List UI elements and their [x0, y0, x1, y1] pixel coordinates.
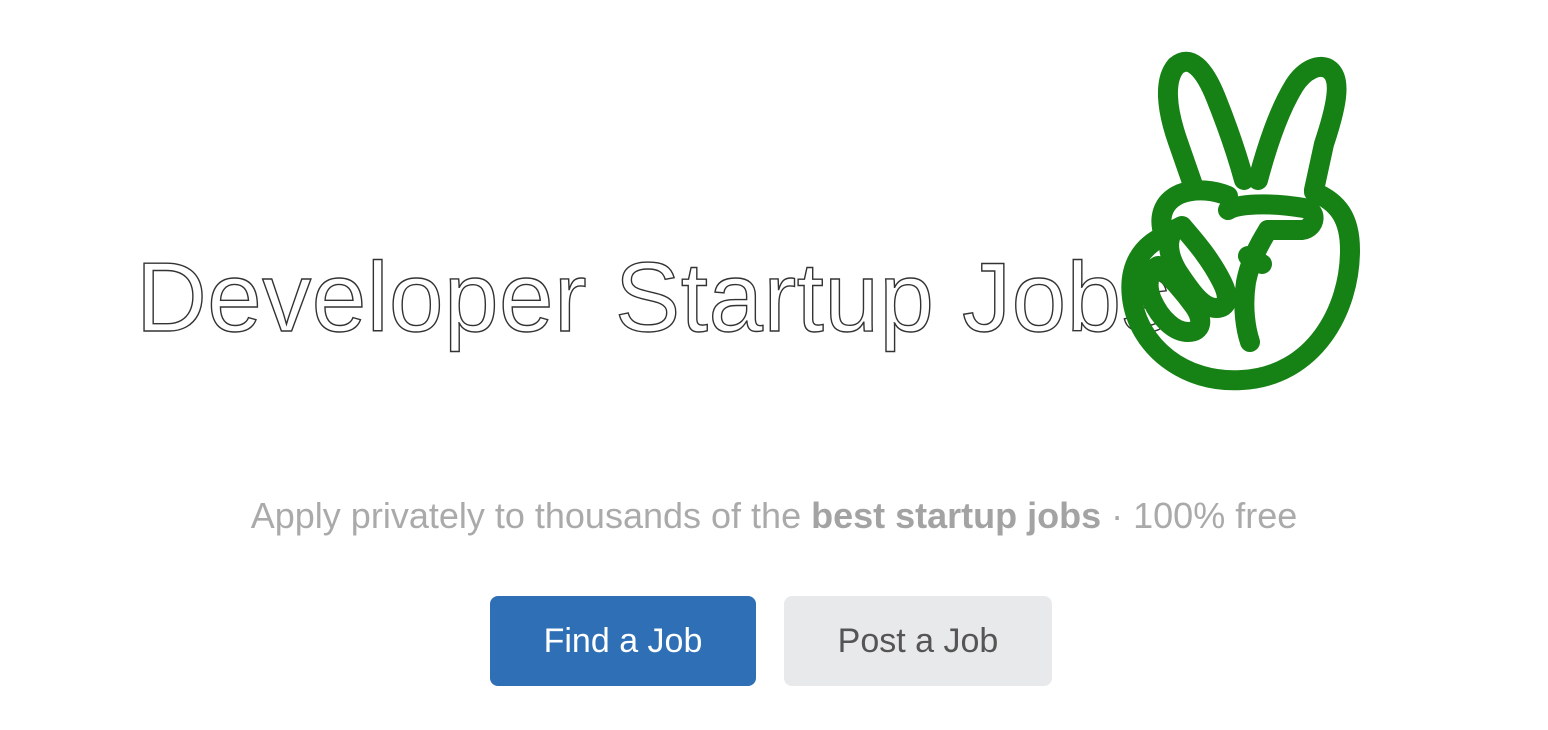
tagline-text-start: Apply privately to thousands of the: [250, 495, 812, 536]
angellist-peace-hand-icon: [1121, 51, 1360, 391]
hero-section: Developer Startup Jobs Apply privately t…: [0, 0, 1548, 730]
post-job-button[interactable]: Post a Job: [784, 596, 1052, 686]
find-job-button[interactable]: Find a Job: [490, 596, 756, 686]
page-title: Developer Startup Jobs: [135, 242, 1172, 352]
tagline-emphasis: best startup jobs: [811, 495, 1102, 536]
tagline: Apply privately to thousands of the best…: [0, 494, 1548, 537]
tagline-text-end: · 100% free: [1101, 495, 1298, 536]
